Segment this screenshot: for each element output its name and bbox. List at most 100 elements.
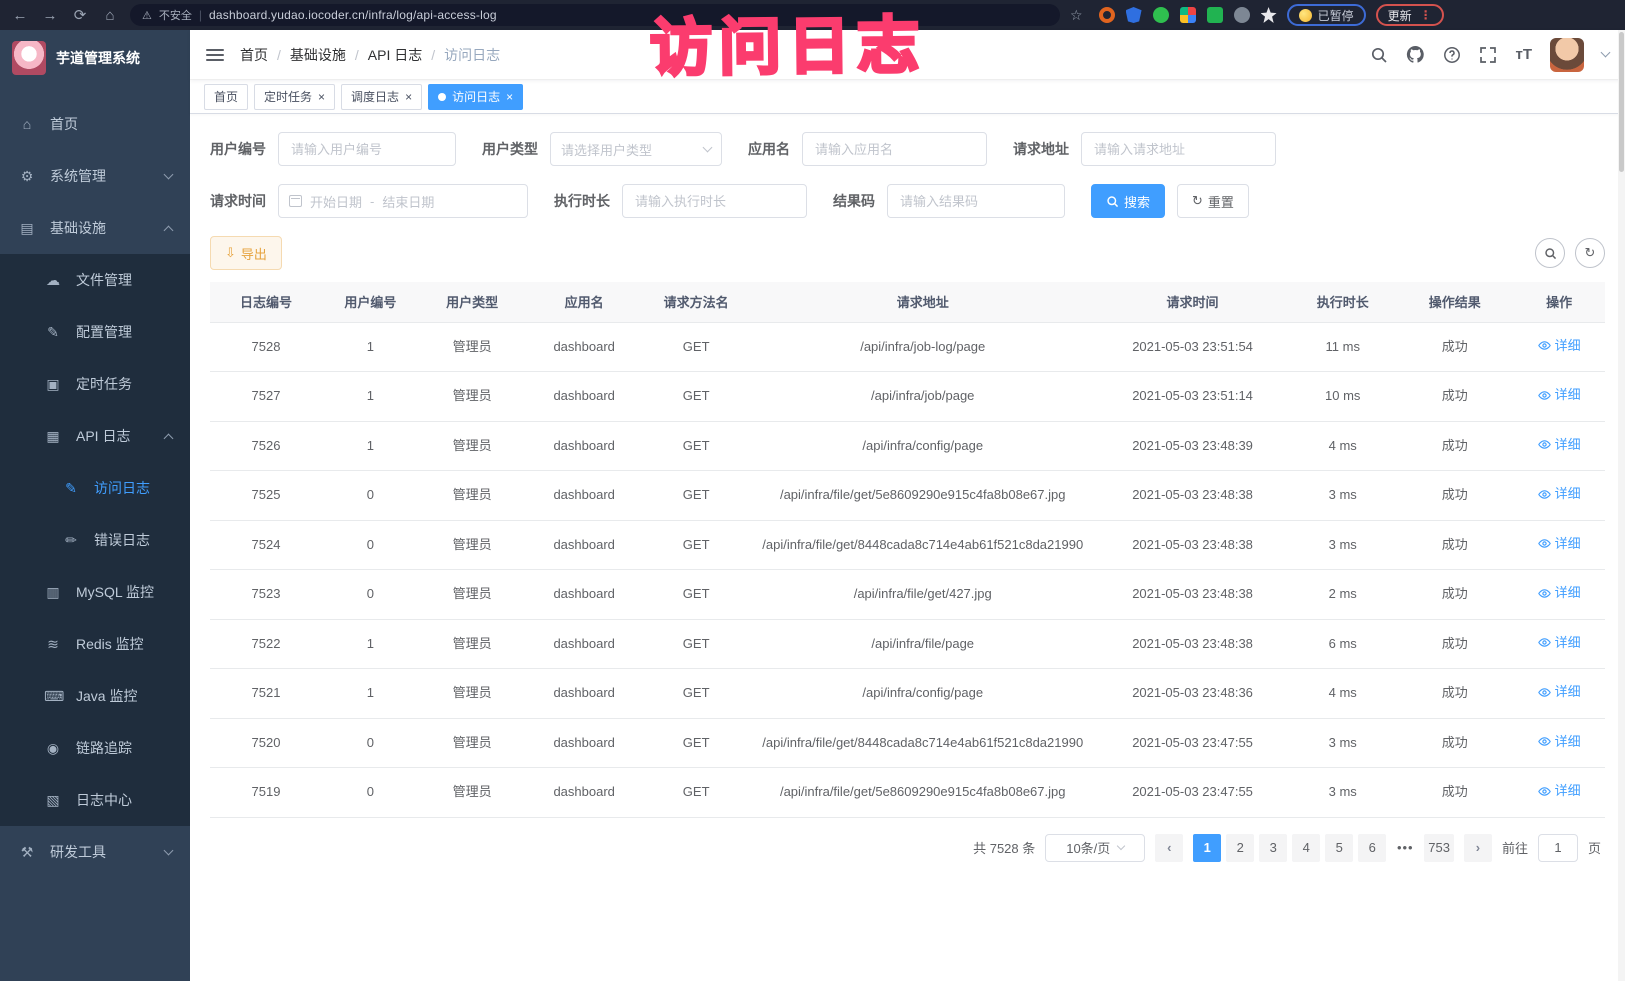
sidebar-item-error-log[interactable]: ✏ 错误日志 [0,514,190,566]
browser-reload-icon[interactable]: ⟳ [70,6,90,24]
hamburger-icon[interactable] [206,49,224,61]
next-page-button[interactable]: › [1464,834,1492,862]
chevron-icon [164,170,174,180]
sidebar-item-devtools[interactable]: ⚒ 研发工具 [0,826,190,878]
browser-back-icon[interactable]: ← [10,7,30,24]
refresh-icon: ↻ [1192,193,1203,209]
browser-menu-icon[interactable]: ⋮ [1420,8,1432,22]
breadcrumb-item[interactable]: 首页 [240,45,281,65]
extension-icon[interactable] [1261,7,1277,23]
app-name-input[interactable] [802,132,987,166]
filter-row-1: 用户编号 用户类型 请选择用户类型 应用名 请求地址 [210,132,1605,166]
close-icon[interactable]: × [318,91,325,103]
caret-down-icon[interactable] [1601,48,1611,58]
sidebar-item-redis[interactable]: ≋ Redis 监控 [0,618,190,670]
sidebar-item-home[interactable]: ⌂ 首页 [0,98,190,150]
extension-icon[interactable] [1099,7,1115,23]
fullscreen-icon[interactable] [1479,46,1497,64]
url-bar[interactable]: ⚠ 不安全 | dashboard.yudao.iocoder.cn/infra… [130,4,1060,26]
chevron-down-icon [1117,842,1125,850]
method-cell: GET [643,520,750,570]
page-number-button[interactable]: 3 [1259,834,1287,862]
detail-link[interactable]: 详细 [1538,436,1581,454]
search-icon[interactable] [1370,46,1388,64]
detail-link[interactable]: 详细 [1538,782,1581,800]
request-url-input[interactable] [1081,132,1276,166]
extension-icon[interactable] [1180,7,1196,23]
duration-input[interactable] [622,184,807,218]
page-number-button[interactable]: 1 [1193,834,1221,862]
help-icon[interactable] [1443,46,1461,64]
request-url-cell: /api/infra/file/get/8448cada8c714e4ab61f… [750,520,1096,570]
sidebar-item-api-log[interactable]: ▦ API 日志 [0,410,190,462]
font-size-icon[interactable]: ᴛT [1515,46,1532,63]
result-code-input[interactable] [887,184,1065,218]
detail-link[interactable]: 详细 [1538,634,1581,652]
detail-link[interactable]: 详细 [1538,485,1581,503]
request-time-label: 请求时间 [210,191,266,211]
export-button[interactable]: ⇩ 导出 [210,236,282,270]
extension-icon[interactable] [1153,7,1169,23]
detail-link[interactable]: 详细 [1538,683,1581,701]
extension-icon[interactable] [1234,7,1250,23]
breadcrumb-item[interactable]: 基础设施 [290,45,359,65]
detail-link[interactable]: 详细 [1538,584,1581,602]
paused-badge[interactable]: 已暂停 [1287,4,1366,26]
browser-forward-icon[interactable]: → [40,7,60,24]
page-tab[interactable]: 首页 × [204,84,248,110]
page-number-button[interactable]: 4 [1292,834,1320,862]
scrollbar[interactable] [1618,30,1625,981]
user-id-cell: 1 [322,421,419,471]
user-type-select[interactable]: 请选择用户类型 [550,132,722,166]
extension-icon[interactable] [1207,7,1223,23]
page-number-button[interactable]: ••• [1391,834,1419,862]
detail-link[interactable]: 详细 [1538,535,1581,553]
update-button[interactable]: 更新 ⋮ [1376,4,1444,26]
sidebar-item-system[interactable]: ⚙ 系统管理 [0,150,190,202]
detail-link[interactable]: 详细 [1538,733,1581,751]
sidebar-item-file[interactable]: ☁ 文件管理 [0,254,190,306]
sidebar-item-config[interactable]: ✎ 配置管理 [0,306,190,358]
bookmark-star-icon[interactable]: ☆ [1070,7,1083,24]
user-avatar[interactable] [1550,38,1584,72]
scrollbar-thumb[interactable] [1619,32,1624,172]
page-number-button[interactable]: 2 [1226,834,1254,862]
user-id-input[interactable] [278,132,456,166]
search-button[interactable]: 搜索 [1091,184,1165,218]
page-tab[interactable]: 调度日志 × [341,84,422,110]
sidebar-item-log-center[interactable]: ▧ 日志中心 [0,774,190,826]
close-icon[interactable]: × [405,91,412,103]
page-tab[interactable]: 访问日志 × [428,84,523,110]
toggle-search-button[interactable] [1535,238,1565,268]
page-size-select[interactable]: 10条/页 [1045,834,1145,862]
prev-page-button[interactable]: ‹ [1155,834,1183,862]
page-number-button[interactable]: 6 [1358,834,1386,862]
github-icon[interactable] [1406,45,1425,64]
goto-page-input[interactable] [1538,834,1578,862]
date-range-picker[interactable]: 开始日期 - 结束日期 [278,184,528,218]
app-logo[interactable]: 芋道管理系统 [0,30,190,86]
extension-icon[interactable] [1126,7,1142,23]
detail-link[interactable]: 详细 [1538,386,1581,404]
sidebar-item-mysql[interactable]: ▥ MySQL 监控 [0,566,190,618]
close-icon[interactable]: × [506,91,513,103]
reset-button[interactable]: ↻ 重置 [1177,184,1249,218]
page-numbers: 123456•••753 [1193,834,1454,862]
breadcrumb-item[interactable]: 访问日志 [444,45,500,65]
app-name-cell: dashboard [526,471,643,521]
request-url-cell: /api/infra/config/page [750,421,1096,471]
page-tab[interactable]: 定时任务 × [254,84,335,110]
sidebar-item-access-log[interactable]: ✎ 访问日志 [0,462,190,514]
view-icon [1538,389,1551,402]
breadcrumb-item[interactable]: API 日志 [368,45,435,65]
sidebar-item-trace[interactable]: ◉ 链路追踪 [0,722,190,774]
sidebar-item-java[interactable]: ⌨ Java 监控 [0,670,190,722]
home-icon: ⌂ [18,116,36,132]
page-number-button[interactable]: 753 [1424,834,1454,862]
sidebar-item-infra[interactable]: ▤ 基础设施 [0,202,190,254]
detail-link[interactable]: 详细 [1538,337,1581,355]
browser-home-icon[interactable]: ⌂ [100,7,120,24]
sidebar-item-job[interactable]: ▣ 定时任务 [0,358,190,410]
refresh-button[interactable]: ↻ [1575,238,1605,268]
page-number-button[interactable]: 5 [1325,834,1353,862]
